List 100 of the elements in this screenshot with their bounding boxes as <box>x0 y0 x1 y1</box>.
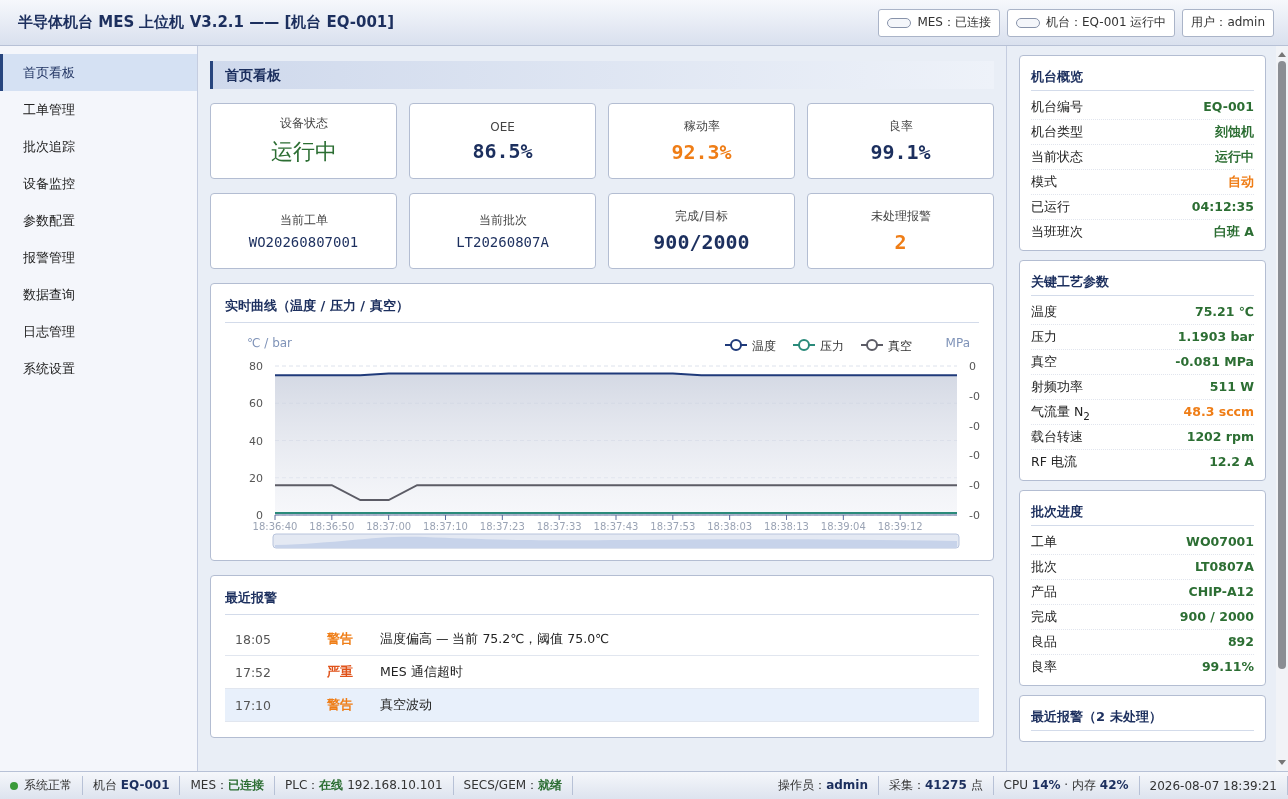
status-text: 2026-08-07 18:39:21 <box>1149 778 1277 793</box>
nav-item[interactable]: 首页看板 <box>0 54 197 91</box>
status-text: SECS/GEM：就绪 <box>463 777 563 794</box>
field-value: 1.1903 bar <box>1177 328 1254 346</box>
status-text: 系统正常 <box>24 777 72 794</box>
field-value: 511 W <box>1209 378 1254 396</box>
y-tick-label: 20 <box>249 471 263 485</box>
legend-marker-icon <box>860 339 884 351</box>
nav-item[interactable]: 报警管理 <box>0 239 197 276</box>
card-title: 机台概览 <box>1031 56 1254 91</box>
alarm-level: 警告 <box>327 696 354 714</box>
field-value: 刻蚀机 <box>1215 123 1254 141</box>
alarm-row[interactable]: 17:10 警告 真空波动 <box>225 689 979 722</box>
alarm-message: 温度偏高 — 当前 75.2℃，阈值 75.0℃ <box>380 630 610 648</box>
x-tick-label: 18:37:53 <box>650 521 696 532</box>
legend-label: 真空 <box>888 339 912 353</box>
status-text: 操作员：admin <box>778 777 868 794</box>
field-label: 真空 <box>1031 353 1057 371</box>
field-value: 892 <box>1227 633 1254 651</box>
field-value: CHIP-A12 <box>1188 583 1254 601</box>
field-value: 1202 rpm <box>1186 428 1254 446</box>
y-tick-label: -0 <box>969 479 980 493</box>
status-text: MES：已连接 <box>190 777 265 794</box>
scroll-up-icon[interactable] <box>1278 52 1286 57</box>
kpi-value: 2 <box>894 230 907 254</box>
y-tick-label: -0 <box>969 419 980 433</box>
kpi-label: 设备状态 <box>279 115 328 132</box>
status-text: 采集：41275 点 <box>889 777 983 794</box>
nav-item[interactable]: 设备监控 <box>0 165 197 202</box>
y-tick-label: -0 <box>969 389 980 403</box>
field-value: EQ-001 <box>1203 98 1254 116</box>
field-label: 载台转速 <box>1031 428 1083 446</box>
card-title: 最近报警（2 未处理） <box>1031 696 1254 731</box>
alarm-time: 18:05 <box>234 631 273 647</box>
nav-item[interactable]: 数据查询 <box>0 276 197 313</box>
field-label: 模式 <box>1031 173 1057 191</box>
panel-title: 最近报警 <box>225 576 979 615</box>
y-tick-label: 60 <box>249 397 263 411</box>
legend-marker-icon <box>792 339 816 351</box>
field-value: 自动 <box>1228 173 1254 191</box>
field-label: 气流量 N$_{2}$ <box>1031 403 1090 424</box>
status-text: 机台 EQ-001 <box>93 777 170 794</box>
nav-item[interactable]: 工单管理 <box>0 91 197 128</box>
field-value: 48.3 sccm <box>1183 403 1254 421</box>
field-label: 良品 <box>1031 633 1057 651</box>
page-heading: 首页看板 <box>210 61 994 89</box>
field-label: 当班班次 <box>1031 223 1083 241</box>
field-value: WO07001 <box>1186 533 1254 551</box>
field-label: 压力 <box>1031 328 1057 346</box>
kpi-label: 稼动率 <box>683 118 720 135</box>
x-tick-label: 18:37:23 <box>479 521 525 532</box>
y-tick-label: -0 <box>969 509 980 522</box>
field-label: 产品 <box>1031 583 1057 601</box>
status-text: PLC：在线 192.168.10.101 <box>285 777 443 794</box>
kpi-value: WO20260807001 <box>248 234 359 250</box>
chart-title: 实时曲线（温度 / 压力 / 真空） <box>225 284 979 323</box>
nav-item[interactable]: 参数配置 <box>0 202 197 239</box>
x-tick-label: 18:39:12 <box>877 521 923 532</box>
legend-label: 压力 <box>820 339 844 353</box>
scroll-down-icon[interactable] <box>1278 760 1286 765</box>
nav-item[interactable]: 日志管理 <box>0 313 197 350</box>
legend-marker-icon <box>724 339 748 351</box>
field-label: 已运行 <box>1031 198 1070 216</box>
y-tick-label: 40 <box>249 434 263 448</box>
field-label: 完成 <box>1031 608 1057 626</box>
kpi-value: 900/2000 <box>653 230 750 254</box>
status-text: CPU 14% · 内存 42% <box>1003 777 1129 794</box>
y-tick-label: 0 <box>256 509 263 522</box>
x-tick-label: 18:36:50 <box>309 521 355 532</box>
status-badge: MES：已连接 <box>878 8 1000 37</box>
kpi-value: LT20260807A <box>456 234 549 250</box>
alarm-row[interactable]: 18:05 警告 温度偏高 — 当前 75.2℃，阈值 75.0℃ <box>225 623 979 656</box>
field-label: 工单 <box>1031 533 1057 551</box>
x-tick-label: 18:36:40 <box>252 521 298 532</box>
scrollbar-thumb[interactable] <box>1278 61 1286 669</box>
status-badge: 机台：EQ-001 运行中 <box>1006 8 1176 37</box>
field-label: RF 电流 <box>1031 453 1077 471</box>
axis-unit: ℃ / bar <box>247 336 293 350</box>
kpi-value: 运行中 <box>270 138 337 166</box>
status-badge: 用户：admin <box>1182 8 1274 37</box>
kpi-label: OEE <box>490 119 515 134</box>
field-label: 机台类型 <box>1031 123 1083 141</box>
y-tick-label: 80 <box>249 360 263 373</box>
y-tick-label: 0 <box>969 360 976 373</box>
kpi-label: 良率 <box>888 118 913 135</box>
field-label: 当前状态 <box>1031 148 1083 166</box>
legend-label: 温度 <box>752 339 776 353</box>
nav-item[interactable]: 批次追踪 <box>0 128 197 165</box>
axis-unit: MPa <box>945 336 970 350</box>
zoom-slider[interactable] <box>272 533 960 549</box>
field-label: 温度 <box>1031 303 1057 321</box>
field-label: 射频功率 <box>1031 378 1083 396</box>
field-value: 白班 A <box>1213 223 1254 241</box>
x-tick-label: 18:37:43 <box>593 521 639 532</box>
field-value: 04:12:35 <box>1191 198 1254 216</box>
scrollbar[interactable] <box>1276 46 1288 771</box>
nav-item[interactable]: 系统设置 <box>0 350 197 387</box>
alarm-message: 真空波动 <box>380 696 432 714</box>
alarm-time: 17:52 <box>234 664 273 680</box>
field-label: 机台编号 <box>1031 98 1083 116</box>
